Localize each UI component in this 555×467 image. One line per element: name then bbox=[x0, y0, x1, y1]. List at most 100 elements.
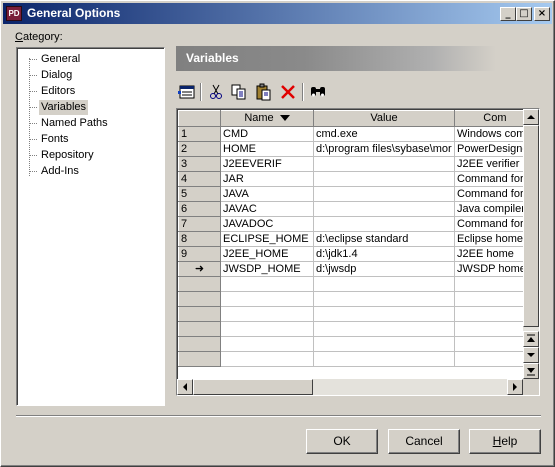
help-button[interactable]: Help bbox=[469, 429, 541, 454]
cancel-button[interactable]: Cancel bbox=[388, 429, 460, 454]
variables-grid[interactable]: Name Value Com 1 CMD cmd.exe Windows com 2H… bbox=[176, 108, 540, 396]
cell-name[interactable]: CMD bbox=[220, 126, 314, 142]
grid-corner-header[interactable] bbox=[178, 110, 221, 127]
row-number[interactable]: 6 bbox=[178, 201, 221, 217]
close-button[interactable]: × bbox=[534, 7, 550, 21]
empty-row[interactable] bbox=[178, 276, 536, 292]
empty-cell[interactable] bbox=[220, 291, 314, 307]
cell-name[interactable]: HOME bbox=[220, 141, 314, 157]
cell-name[interactable]: JAVAC bbox=[220, 201, 314, 217]
table-row[interactable]: 4 JAR Command for bbox=[178, 171, 536, 187]
cell-value[interactable]: d:\jdk1.4 bbox=[313, 246, 455, 262]
empty-cell[interactable] bbox=[220, 306, 314, 322]
row-number[interactable] bbox=[178, 321, 221, 337]
table-row[interactable]: 9 J2EE_HOME d:\jdk1.4 J2EE home bbox=[178, 246, 536, 262]
empty-row[interactable] bbox=[178, 351, 536, 367]
vertical-scroll-thumb[interactable] bbox=[523, 125, 539, 327]
empty-cell[interactable] bbox=[313, 321, 455, 337]
empty-cell[interactable] bbox=[220, 351, 314, 367]
table-row-current[interactable]: ➜ JWSDP_HOME d:\jwsdp JWSDP home bbox=[178, 261, 536, 277]
row-number[interactable]: 8 bbox=[178, 231, 221, 247]
minimize-button[interactable]: _ bbox=[500, 7, 516, 21]
column-header-value[interactable]: Value bbox=[313, 110, 455, 127]
row-number[interactable] bbox=[178, 276, 221, 292]
empty-row[interactable] bbox=[178, 321, 536, 337]
properties-icon[interactable] bbox=[178, 83, 196, 101]
table-row[interactable]: 7 JAVADOC Command for g bbox=[178, 216, 536, 232]
empty-cell[interactable] bbox=[313, 276, 455, 292]
column-header-name[interactable]: Name bbox=[220, 110, 314, 127]
cell-value[interactable]: d:\jwsdp bbox=[313, 261, 455, 277]
table-row[interactable]: 6 JAVAC Java compiler bbox=[178, 201, 536, 217]
tree-item-label: Dialog bbox=[41, 69, 73, 81]
copy-icon[interactable] bbox=[230, 83, 248, 101]
cell-value[interactable] bbox=[313, 216, 455, 232]
table-row[interactable]: 1 CMD cmd.exe Windows com bbox=[178, 126, 536, 142]
cell-value[interactable]: d:\program files\sybase\mor bbox=[313, 141, 455, 157]
cell-value[interactable] bbox=[313, 156, 455, 172]
row-number[interactable]: 1 bbox=[178, 126, 221, 142]
table-row[interactable]: 5 JAVA Command for e bbox=[178, 186, 536, 202]
cell-name[interactable]: JWSDP_HOME bbox=[220, 261, 314, 277]
category-tree[interactable]: General Dialog Editors Variables Named P… bbox=[16, 47, 165, 406]
cell-name[interactable]: J2EEVERIF bbox=[220, 156, 314, 172]
row-number[interactable]: 3 bbox=[178, 156, 221, 172]
table-row[interactable]: 8 ECLIPSE_HOME d:\eclipse standard Eclipse … bbox=[178, 231, 536, 247]
table-row[interactable]: 3 J2EEVERIF J2EE verifier ( bbox=[178, 156, 536, 172]
cell-value[interactable] bbox=[313, 201, 455, 217]
row-number[interactable]: 9 bbox=[178, 246, 221, 262]
row-number[interactable]: 7 bbox=[178, 216, 221, 232]
maximize-button[interactable]: □ bbox=[516, 7, 532, 21]
tree-item-label: Add-Ins bbox=[41, 165, 79, 177]
empty-cell[interactable] bbox=[313, 306, 455, 322]
row-number[interactable]: 4 bbox=[178, 171, 221, 187]
row-number[interactable] bbox=[178, 306, 221, 322]
row-number[interactable] bbox=[178, 336, 221, 352]
find-icon[interactable] bbox=[309, 83, 327, 101]
horizontal-scrollbar[interactable] bbox=[177, 379, 523, 395]
sort-down-icon[interactable] bbox=[279, 115, 290, 122]
tree-tick bbox=[29, 139, 37, 140]
empty-cell[interactable] bbox=[220, 321, 314, 337]
ok-button[interactable]: OK bbox=[306, 429, 378, 454]
cell-value[interactable] bbox=[313, 186, 455, 202]
cell-name[interactable]: JAR bbox=[220, 171, 314, 187]
empty-row[interactable] bbox=[178, 306, 536, 322]
empty-row[interactable] bbox=[178, 291, 536, 307]
empty-cell[interactable] bbox=[220, 336, 314, 352]
cell-name[interactable]: JAVA bbox=[220, 186, 314, 202]
empty-row[interactable] bbox=[178, 336, 536, 352]
scroll-to-bottom-icon[interactable] bbox=[523, 363, 539, 379]
scroll-up-top-icon[interactable] bbox=[523, 109, 539, 125]
category-label: Category: bbox=[15, 31, 63, 43]
scroll-to-top-icon[interactable] bbox=[523, 331, 539, 347]
cell-value[interactable] bbox=[313, 171, 455, 187]
paste-icon[interactable] bbox=[255, 83, 273, 101]
row-number[interactable] bbox=[178, 351, 221, 367]
tree-item-label: Variables bbox=[39, 100, 89, 115]
scroll-down-icon[interactable] bbox=[523, 347, 539, 363]
tree-item-label: Repository bbox=[41, 149, 94, 161]
empty-cell[interactable] bbox=[220, 276, 314, 292]
cell-name[interactable]: ECLIPSE_HOME bbox=[220, 231, 314, 247]
empty-cell[interactable] bbox=[313, 291, 455, 307]
cell-value[interactable]: cmd.exe bbox=[313, 126, 455, 142]
scroll-left-icon[interactable] bbox=[177, 379, 193, 395]
title-bar[interactable]: PD General Options _ □ × bbox=[3, 3, 552, 24]
horizontal-scroll-thumb[interactable] bbox=[193, 379, 313, 395]
cell-name[interactable]: JAVADOC bbox=[220, 216, 314, 232]
empty-cell[interactable] bbox=[313, 351, 455, 367]
cut-icon[interactable] bbox=[207, 83, 225, 101]
scroll-right-icon[interactable] bbox=[507, 379, 523, 395]
cell-value[interactable]: d:\eclipse standard bbox=[313, 231, 455, 247]
table-row[interactable]: 2 HOME d:\program files\sybase\mor PowerDes… bbox=[178, 141, 536, 157]
row-number[interactable]: 5 bbox=[178, 186, 221, 202]
cell-name[interactable]: J2EE_HOME bbox=[220, 246, 314, 262]
tree-tick bbox=[29, 59, 37, 60]
delete-icon[interactable] bbox=[279, 83, 297, 101]
empty-cell[interactable] bbox=[313, 336, 455, 352]
vertical-scrollbar[interactable] bbox=[523, 109, 539, 379]
current-row-arrow-icon[interactable]: ➜ bbox=[178, 261, 221, 277]
row-number[interactable] bbox=[178, 291, 221, 307]
row-number[interactable]: 2 bbox=[178, 141, 221, 157]
